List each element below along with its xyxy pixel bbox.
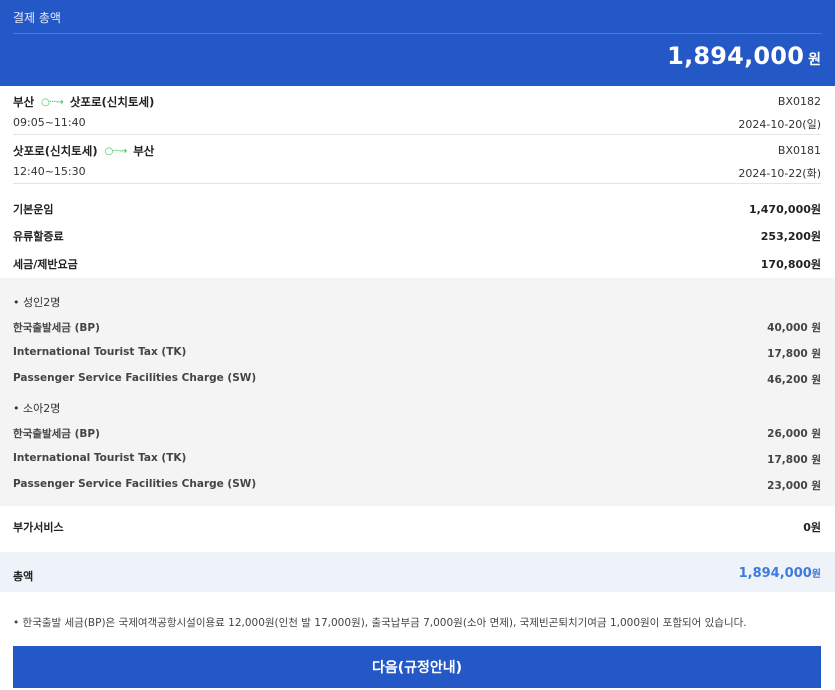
base-fare-label: 기본운임 xyxy=(13,203,54,216)
flight-segment: 부산 ○···→ 삿포로(신치토세) 09:05~11:40 BX0182 20… xyxy=(13,86,821,135)
segment-flight-number: BX0182 xyxy=(777,95,821,108)
tax-item-value: 40,000 원 xyxy=(767,322,821,334)
tax-item-value: 17,800 원 xyxy=(767,348,821,360)
tax-item-value: 46,200 원 xyxy=(767,374,821,386)
tax-total-label: 세금/제반요금 xyxy=(13,258,78,271)
tax-item-label: International Tourist Tax (TK) xyxy=(13,346,187,358)
fuel-surcharge-label: 유류할증료 xyxy=(13,230,64,243)
tax-total-value: 170,800원 xyxy=(760,258,821,271)
tax-item-value: 17,800 원 xyxy=(767,454,821,466)
payment-total-label: 결제 총액 xyxy=(13,11,61,25)
tax-group-title: • 소아2명 xyxy=(13,402,61,415)
tax-item-label: Passenger Service Facilities Charge (SW) xyxy=(13,372,257,384)
segment-time: 09:05~11:40 xyxy=(13,116,86,129)
segment-destination: 부산 xyxy=(133,144,155,158)
payment-total-amount: 1,894,000 원 xyxy=(667,42,821,70)
total-summary-label: 총액 xyxy=(13,570,34,583)
dotted-arrow-icon: ○···→ xyxy=(41,96,64,108)
total-currency: 원 xyxy=(808,52,821,68)
segment-flight-number: BX0181 xyxy=(777,144,821,157)
base-fare-value: 1,470,000원 xyxy=(748,203,821,216)
segment-route: 삿포로(신치토세) ○···→ 부산 xyxy=(13,143,154,159)
segment-date: 2024-10-22(화) xyxy=(738,167,821,180)
flight-segment: 삿포로(신치토세) ○···→ 부산 12:40~15:30 BX0181 20… xyxy=(13,135,821,184)
base-fare-row: 기본운임 1,470,000원 xyxy=(13,199,821,219)
next-button[interactable]: 다음(규정안내) xyxy=(13,646,821,688)
fuel-surcharge-value: 253,200원 xyxy=(760,230,821,243)
total-summary-value: 1,894,000 xyxy=(738,566,812,581)
total-summary-currency: 원 xyxy=(811,569,821,580)
total-summary-amount: 1,894,000원 xyxy=(739,565,821,581)
total-summary-bar: 총액 1,894,000원 xyxy=(0,552,835,592)
segment-origin: 삿포로(신치토세) xyxy=(13,144,98,158)
addon-services-value: 0원 xyxy=(803,521,821,534)
tax-group-title: • 성인2명 xyxy=(13,296,61,309)
total-amount-value: 1,894,000 xyxy=(667,42,805,70)
addon-services-label: 부가서비스 xyxy=(13,521,64,534)
segment-route: 부산 ○···→ 삿포로(신치토세) xyxy=(13,94,154,110)
header-divider xyxy=(13,33,822,34)
segment-destination: 삿포로(신치토세) xyxy=(69,95,155,109)
tax-total-row: 세금/제반요금 170,800원 xyxy=(13,254,821,274)
tax-note: • 한국출발 세금(BP)은 국제여객공항시설이용료 12,000원(인천 발 … xyxy=(13,617,747,629)
tax-item-value: 23,000 원 xyxy=(767,480,821,492)
addon-services-row: 부가서비스 0원 xyxy=(13,519,821,535)
tax-item-label: International Tourist Tax (TK) xyxy=(13,452,187,464)
segment-origin: 부산 xyxy=(13,95,35,109)
dotted-arrow-icon: ○···→ xyxy=(104,145,128,157)
tax-item-value: 26,000 원 xyxy=(767,428,821,440)
tax-item-label: Passenger Service Facilities Charge (SW) xyxy=(13,478,257,490)
segment-time: 12:40~15:30 xyxy=(13,165,86,178)
tax-item-label: 한국출발세금 (BP) xyxy=(13,322,100,334)
fuel-surcharge-row: 유류할증료 253,200원 xyxy=(13,226,821,246)
tax-item-label: 한국출발세금 (BP) xyxy=(13,428,100,440)
tax-breakdown xyxy=(0,278,835,506)
payment-total-header: 결제 총액 1,894,000 원 xyxy=(0,0,835,86)
segment-date: 2024-10-20(일) xyxy=(738,118,821,131)
